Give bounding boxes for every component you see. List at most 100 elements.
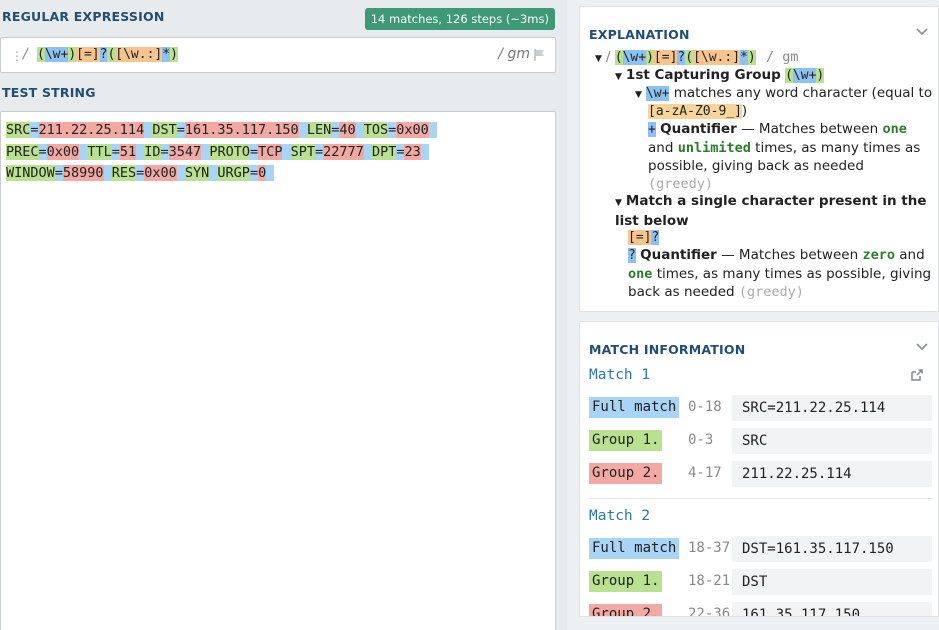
- regex-section-title: REGULAR EXPRESSION: [2, 9, 165, 24]
- match-value[interactable]: SRC=211.22.25.114: [732, 395, 932, 421]
- w-close-paren: ): [741, 103, 748, 119]
- group1-node: ▼ 1st Capturing Group (\w+): [615, 66, 825, 86]
- regex-token: [=]: [76, 47, 100, 62]
- regex-token: *: [162, 47, 171, 62]
- group2-highlight: 0x00: [396, 122, 429, 138]
- regex-flags[interactable]: / gm: [498, 46, 530, 62]
- explanation-card: EXPLANATION ▼ / (\w+)[=]?([\w.:]*) / gm ▼…: [579, 6, 939, 312]
- full-match-label: Full match: [589, 397, 680, 418]
- equals-char: =: [176, 122, 185, 138]
- match-1-group2-row[interactable]: Group 2. 4-17 211.22.25.114: [589, 461, 932, 487]
- match-highlight: TTL=51: [87, 143, 145, 160]
- equals-char: =: [38, 143, 47, 160]
- group1-highlight: URGP: [217, 165, 250, 181]
- class-title: Match a single character present in the …: [615, 193, 927, 229]
- greedy-note: (greedy): [738, 284, 804, 300]
- regex-token: [\w.:]: [115, 47, 163, 62]
- match-divider: [589, 498, 932, 499]
- group2-highlight: 23: [404, 143, 421, 160]
- drag-grip-icon[interactable]: ⋮: [11, 49, 23, 63]
- match-highlight: PROTO=TCP: [209, 143, 291, 160]
- keyword-one: one: [628, 266, 653, 282]
- equals-char: =: [249, 143, 259, 160]
- plus-desc: — Matches between: [741, 121, 879, 137]
- regex-input[interactable]: ⋮ / (\w+)[=]?([\w.:]*) / gm: [0, 37, 556, 73]
- collapse-triangle-icon[interactable]: ▼: [635, 86, 642, 104]
- match-1-group1-row[interactable]: Group 1. 0-3 SRC: [589, 428, 932, 454]
- group1-highlight: SPT: [290, 143, 316, 160]
- match-value[interactable]: 161.35.117.150: [732, 602, 932, 616]
- and-text: and: [899, 247, 925, 263]
- match-highlight: SYN: [184, 165, 218, 181]
- w-token-node: ▼ \w+ matches any word character (equal t…: [635, 84, 935, 104]
- match-highlight: SPT=22777: [290, 143, 372, 160]
- group2-highlight: 161.35.117.150: [184, 122, 299, 138]
- match-information-card: MATCH INFORMATION Match 1 Full match 0-1…: [579, 321, 939, 617]
- group2-label: Group 2.: [589, 604, 663, 616]
- equals-char: =: [111, 143, 120, 160]
- sidebar-panel: EXPLANATION ▼ / (\w+)[=]?([\w.:]*) / gm ▼…: [567, 0, 939, 630]
- test-line: PREC=0x00 TTL=51 ID=3547 PROTO=TCP SPT=2…: [6, 142, 437, 164]
- test-line: SRC=211.22.25.114 DST=161.35.117.150 LEN…: [6, 120, 437, 142]
- chevron-down-icon[interactable]: [916, 342, 928, 352]
- regex-pattern[interactable]: (\w+)[=]?([\w.:]*): [37, 47, 178, 62]
- equals-char: =: [160, 143, 169, 160]
- regex-token: (: [37, 47, 45, 62]
- match-stats-badge: 14 matches, 126 steps (~3ms): [364, 8, 555, 30]
- chevron-down-icon[interactable]: [916, 27, 928, 37]
- test-string-title: TEST STRING: [2, 85, 96, 100]
- group1-highlight: RES: [111, 165, 137, 181]
- collapse-triangle-icon[interactable]: ▼: [595, 50, 602, 68]
- group1-highlight: PROTO: [209, 143, 250, 160]
- test-string-editor[interactable]: SRC=211.22.25.114 DST=161.35.117.150 LEN…: [0, 111, 556, 630]
- match-value[interactable]: DST: [732, 569, 932, 595]
- group1-highlight: WINDOW: [6, 165, 55, 181]
- match-range: 0-18: [688, 399, 722, 415]
- group1-highlight: LEN: [306, 122, 332, 138]
- class-token-line: [=]?: [628, 228, 660, 247]
- q-token: ?: [628, 248, 636, 263]
- root-slash: /: [605, 49, 611, 65]
- group2-label: Group 2.: [589, 463, 663, 484]
- group1-highlight: TTL: [87, 143, 112, 160]
- test-string-content[interactable]: SRC=211.22.25.114 DST=161.35.117.150 LEN…: [6, 120, 437, 185]
- regex-token: \w+: [44, 47, 69, 62]
- match-1-full-row[interactable]: Full match 0-18 SRC=211.22.25.114: [589, 395, 932, 421]
- equals-char: =: [136, 165, 145, 181]
- match-info-title: MATCH INFORMATION: [589, 342, 746, 357]
- group2-highlight: 51: [119, 143, 137, 160]
- group1-token: (\w+): [785, 68, 825, 83]
- match-value[interactable]: 211.22.25.114: [732, 461, 932, 487]
- class-token: [=]: [628, 230, 652, 245]
- match-highlight: DPT=23: [371, 143, 429, 160]
- match-highlight: RES=0x00: [111, 165, 185, 181]
- match-range: 18-21: [688, 573, 731, 589]
- match-2-full-row[interactable]: Full match 18-37 DST=161.35.117.150: [589, 536, 932, 562]
- match-value[interactable]: SRC: [732, 428, 932, 454]
- export-icon[interactable]: [910, 368, 924, 382]
- collapse-triangle-icon[interactable]: ▼: [615, 194, 622, 212]
- flag-icon[interactable]: [534, 49, 545, 61]
- equals-char: =: [30, 122, 39, 138]
- regex-token: ): [170, 47, 178, 62]
- group2-highlight: 22777: [323, 143, 364, 160]
- group2-highlight: 0x00: [46, 143, 80, 160]
- explanation-root: ▼ / (\w+)[=]?([\w.:]*) / gm: [595, 48, 799, 68]
- w-class-line: [a-zA-Z0-9_]): [648, 102, 747, 121]
- regex-token: ): [68, 47, 77, 62]
- match-2-group2-row[interactable]: Group 2. 22-36 161.35.117.150: [589, 602, 932, 616]
- group1-highlight: PREC: [6, 143, 39, 160]
- match-2-group1-row[interactable]: Group 1. 18-21 DST: [589, 569, 932, 595]
- match-1-label: Match 1: [589, 367, 651, 383]
- full-match-label: Full match: [589, 538, 680, 559]
- match-highlight: URGP=0: [217, 165, 275, 181]
- explanation-title: EXPLANATION: [589, 27, 690, 42]
- q-quantifier-node: ? Quantifier — Matches between zero and …: [628, 246, 933, 301]
- match-value[interactable]: DST=161.35.117.150: [732, 536, 932, 562]
- collapse-triangle-icon[interactable]: ▼: [615, 68, 622, 86]
- class-node: ▼ Match a single character present in the…: [615, 192, 933, 230]
- group1-highlight: DST: [152, 122, 177, 138]
- group2-highlight: 58990: [62, 165, 104, 181]
- match-range: 18-37: [688, 540, 731, 556]
- group2-highlight: 3547: [168, 143, 202, 160]
